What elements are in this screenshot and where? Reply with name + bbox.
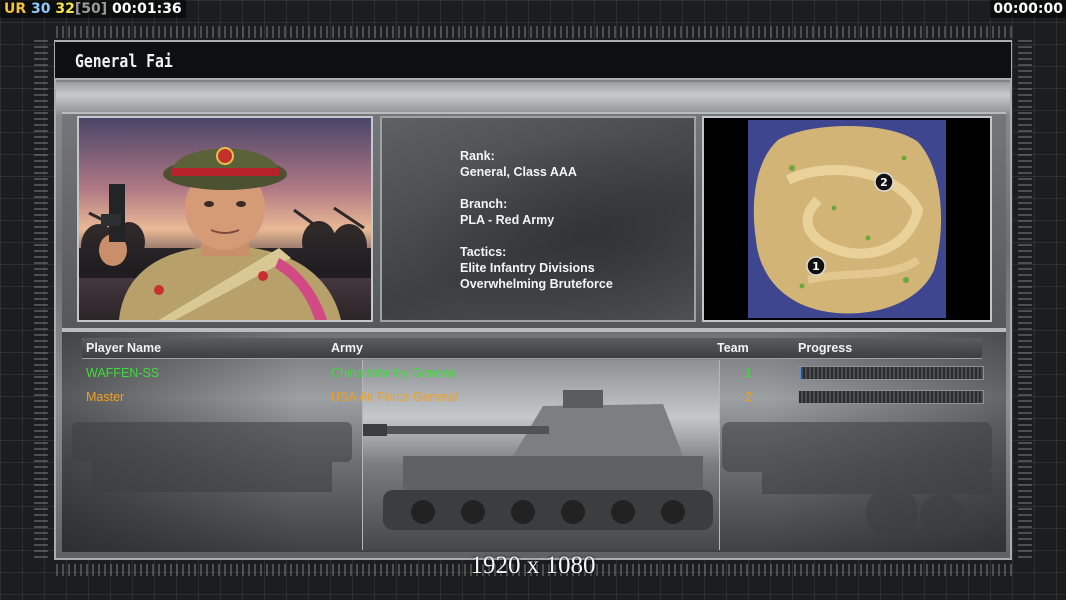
start-position-1: 1 [806,256,826,276]
tactics-line-2: Overwhelming Bruteforce [460,277,613,291]
top-tick-rail [56,26,1016,38]
resolution-label: 1920 x 1080 [470,552,596,579]
header-player-name: Player Name [86,341,162,355]
tactics-line-1: Elite Infantry Divisions [460,261,595,275]
rank-label: Rank: [460,149,495,163]
branch-value: PLA - Red Army [460,213,555,227]
map-water: 1 2 [748,120,946,318]
map-preview: 1 2 [702,116,992,322]
player-name: WAFFEN-SS [86,366,160,380]
player-team: 2 [745,390,752,404]
portrait-image [79,147,371,320]
player-army: China Infantry General [331,366,457,380]
left-tick-rail [34,40,48,560]
general-portrait [77,116,373,322]
fps-value: 30 [31,1,51,17]
player-row: Master USA Air Force General 2 [82,388,986,408]
general-info-panel: Rank: General, Class AAA Branch: PLA - R… [380,116,696,322]
branch-label: Branch: [460,197,508,211]
ur-label: UR [4,1,27,17]
start-position-2-label: 2 [880,176,888,189]
progress-fill [799,367,801,379]
rank-value: General, Class AAA [460,165,577,179]
player-table-header: Player Name Army Team Progress [82,338,982,359]
player-name: Master [86,390,125,404]
header-progress: Progress [798,341,853,355]
player-army: USA Air Force General [331,390,458,404]
header-army: Army [331,341,363,355]
fps-limit: 32 [55,1,75,17]
map-terrain: 1 2 [753,126,942,314]
title-bar: General Fai [55,42,1011,80]
player-row: WAFFEN-SS China Infantry General 1 [82,364,986,384]
right-tick-rail [1018,40,1032,560]
fps-overlay: UR 30 32[50] 00:01:36 [0,0,186,18]
fps-cap: [50] [74,1,108,17]
general-info-text: Rank: General, Class AAA Branch: PLA - R… [460,148,613,292]
progress-bar [798,390,984,404]
header-team: Team [717,341,749,355]
elapsed-time: 00:01:36 [112,1,182,17]
start-position-1-label: 1 [812,260,820,273]
player-team: 1 [745,366,752,380]
progress-bar [798,366,984,380]
start-position-2: 2 [874,172,894,192]
tactics-label: Tactics: [460,245,507,259]
decorative-band [56,82,1010,114]
game-timer: 00:00:00 [990,0,1066,18]
general-name: General Fai [75,51,173,72]
